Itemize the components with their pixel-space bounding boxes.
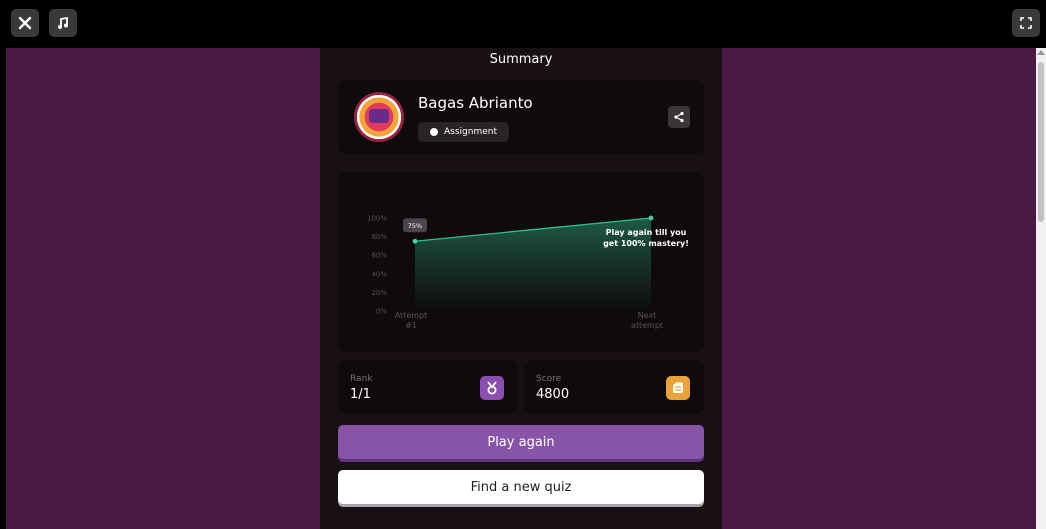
score-card: Score 4800 [524, 360, 704, 414]
chart-annotation-line-2: get 100% mastery! [603, 239, 689, 248]
mastery-chart-card: 100% 80% 60% 40% 20% 0% 75% Play again till y… [338, 172, 704, 352]
scroll-thumb[interactable] [1038, 62, 1044, 222]
score-label: Score [536, 374, 562, 384]
rank-label: Rank [350, 374, 373, 384]
top-bar [0, 0, 1046, 48]
y-tick-label: 60% [371, 252, 387, 260]
assignment-badge: Assignment [418, 122, 509, 142]
y-tick-label: 100% [367, 215, 387, 223]
y-tick-label: 80% [371, 233, 387, 241]
data-point [648, 215, 654, 221]
y-tick-label: 20% [371, 289, 387, 297]
find-new-quiz-button[interactable]: Find a new quiz [338, 470, 704, 504]
svg-text:75%: 75% [408, 222, 422, 230]
badge-label: Assignment [444, 127, 497, 137]
fullscreen-icon [1020, 17, 1032, 29]
rank-card: Rank 1/1 [338, 360, 518, 414]
x-tick-label: #1 [405, 321, 417, 330]
music-button[interactable] [49, 9, 77, 37]
y-tick-label: 40% [371, 270, 387, 278]
summary-title: Summary [489, 52, 553, 67]
mastery-chart: 100% 80% 60% 40% 20% 0% 75% Play again till y… [367, 215, 689, 331]
share-icon [674, 111, 684, 123]
badge-dot-icon [430, 128, 438, 136]
avatar-icon [354, 92, 404, 142]
x-tick-label: Next [638, 311, 657, 320]
chart-annotation-line-1: Play again till you [606, 228, 687, 237]
music-note-icon [58, 16, 68, 29]
share-button[interactable] [668, 106, 690, 128]
close-button[interactable] [11, 9, 39, 37]
data-point [412, 238, 418, 244]
close-icon [18, 16, 32, 30]
x-tick-label: attempt [631, 321, 663, 330]
scrollbar[interactable] [1036, 48, 1046, 529]
user-card: Bagas Abrianto Assignment [338, 80, 704, 154]
scroll-up-arrow-icon[interactable] [1037, 50, 1045, 55]
score-value: 4800 [536, 387, 570, 402]
user-name: Bagas Abrianto [418, 94, 533, 112]
medal-icon [480, 376, 504, 400]
play-again-button[interactable]: Play again [338, 425, 704, 459]
fullscreen-button[interactable] [1012, 9, 1040, 37]
rank-value: 1/1 [350, 387, 371, 402]
y-tick-label: 0% [376, 308, 387, 316]
coins-icon [666, 376, 690, 400]
point-label: 75% [403, 218, 427, 233]
x-tick-label: Attempt [395, 311, 428, 320]
